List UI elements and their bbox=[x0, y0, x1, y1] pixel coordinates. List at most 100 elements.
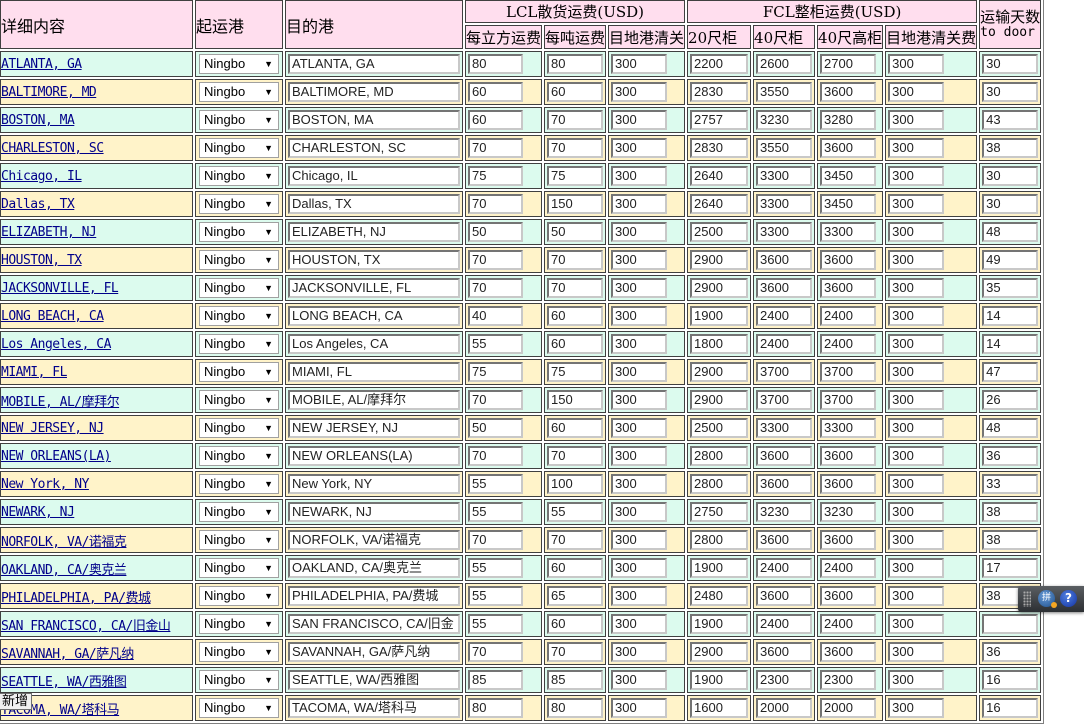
lcl-per-cbm-input[interactable]: 70 bbox=[468, 642, 523, 662]
detail-link[interactable]: SAN FRANCISCO, CA/旧金山 bbox=[1, 619, 171, 634]
fcl-40hq-input[interactable]: 3600 bbox=[820, 474, 877, 494]
fcl-40hq-input[interactable]: 3600 bbox=[820, 250, 877, 270]
detail-link[interactable]: LONG BEACH, CA bbox=[1, 309, 104, 324]
transit-days-input[interactable]: 38 bbox=[982, 530, 1039, 550]
fcl-customs-input[interactable]: 300 bbox=[888, 82, 945, 102]
detail-link[interactable]: HOUSTON, TX bbox=[1, 253, 82, 268]
fcl-customs-input[interactable]: 300 bbox=[888, 558, 945, 578]
lcl-customs-input[interactable]: 300 bbox=[611, 474, 668, 494]
fcl-40ft-input[interactable]: 3600 bbox=[756, 642, 813, 662]
lcl-per-ton-input[interactable]: 80 bbox=[547, 698, 604, 718]
lcl-per-cbm-input[interactable]: 70 bbox=[468, 194, 523, 214]
lcl-per-cbm-input[interactable]: 50 bbox=[468, 418, 523, 438]
destination-port-input[interactable]: BOSTON, MA bbox=[288, 110, 460, 130]
fcl-40ft-input[interactable]: 2400 bbox=[756, 306, 813, 326]
lcl-customs-input[interactable]: 300 bbox=[611, 54, 668, 74]
fcl-40ft-input[interactable]: 3600 bbox=[756, 530, 813, 550]
fcl-40ft-input[interactable]: 3600 bbox=[756, 446, 813, 466]
fcl-20ft-input[interactable]: 1600 bbox=[690, 698, 749, 718]
transit-days-input[interactable]: 38 bbox=[982, 502, 1039, 522]
origin-port-select[interactable]: Ningbo ▼ bbox=[199, 54, 279, 74]
destination-port-input[interactable]: Los Angeles, CA bbox=[288, 334, 460, 354]
fcl-customs-input[interactable]: 300 bbox=[888, 222, 945, 242]
fcl-40ft-input[interactable]: 3300 bbox=[756, 222, 813, 242]
fcl-customs-input[interactable]: 300 bbox=[888, 334, 945, 354]
fcl-40hq-input[interactable]: 3600 bbox=[820, 446, 877, 466]
fcl-40ft-input[interactable]: 3300 bbox=[756, 418, 813, 438]
fcl-40ft-input[interactable]: 3600 bbox=[756, 250, 813, 270]
lcl-per-cbm-input[interactable]: 75 bbox=[468, 166, 523, 186]
detail-link[interactable]: SEATTLE, WA/西雅图 bbox=[1, 675, 127, 690]
transit-days-input[interactable]: 38 bbox=[982, 138, 1039, 158]
fcl-customs-input[interactable]: 300 bbox=[888, 390, 945, 410]
fcl-20ft-input[interactable]: 2900 bbox=[690, 642, 749, 662]
detail-link[interactable]: NEW ORLEANS(LA) bbox=[1, 449, 111, 464]
lcl-per-ton-input[interactable]: 55 bbox=[547, 502, 604, 522]
detail-link[interactable]: CHARLESTON, SC bbox=[1, 141, 104, 156]
detail-link[interactable]: ELIZABETH, NJ bbox=[1, 225, 97, 240]
origin-port-select[interactable]: Ningbo ▼ bbox=[199, 642, 279, 662]
fcl-40ft-input[interactable]: 3600 bbox=[756, 474, 813, 494]
origin-port-select[interactable]: Ningbo ▼ bbox=[199, 614, 279, 634]
transit-days-input[interactable]: 14 bbox=[982, 334, 1039, 354]
destination-port-input[interactable]: Dallas, TX bbox=[288, 194, 460, 214]
fcl-20ft-input[interactable]: 1800 bbox=[690, 334, 749, 354]
fcl-20ft-input[interactable]: 2900 bbox=[690, 362, 749, 382]
origin-port-select[interactable]: Ningbo ▼ bbox=[199, 138, 279, 158]
lcl-per-ton-input[interactable]: 60 bbox=[547, 334, 604, 354]
lcl-per-ton-input[interactable]: 70 bbox=[547, 110, 604, 130]
add-button[interactable]: 新增 bbox=[0, 693, 33, 710]
lcl-per-ton-input[interactable]: 80 bbox=[547, 54, 604, 74]
fcl-40hq-input[interactable]: 2300 bbox=[820, 670, 877, 690]
fcl-40hq-input[interactable]: 3280 bbox=[820, 110, 877, 130]
lcl-customs-input[interactable]: 300 bbox=[611, 586, 668, 606]
lcl-customs-input[interactable]: 300 bbox=[611, 110, 668, 130]
transit-days-input[interactable]: 36 bbox=[982, 642, 1039, 662]
fcl-40hq-input[interactable]: 2400 bbox=[820, 306, 877, 326]
fcl-20ft-input[interactable]: 2830 bbox=[690, 82, 749, 102]
fcl-40ft-input[interactable]: 3600 bbox=[756, 586, 813, 606]
origin-port-select[interactable]: Ningbo ▼ bbox=[199, 250, 279, 270]
origin-port-select[interactable]: Ningbo ▼ bbox=[199, 390, 279, 410]
lcl-customs-input[interactable]: 300 bbox=[611, 222, 668, 242]
fcl-20ft-input[interactable]: 2800 bbox=[690, 474, 749, 494]
lcl-customs-input[interactable]: 300 bbox=[611, 446, 668, 466]
destination-port-input[interactable]: ATLANTA, GA bbox=[288, 54, 460, 74]
transit-days-input[interactable] bbox=[982, 614, 1039, 634]
detail-link[interactable]: ATLANTA, GA bbox=[1, 57, 82, 72]
destination-port-input[interactable]: TACOMA, WA/塔科马 bbox=[288, 698, 460, 718]
fcl-20ft-input[interactable]: 2757 bbox=[690, 110, 749, 130]
lcl-per-cbm-input[interactable]: 70 bbox=[468, 390, 523, 410]
origin-port-select[interactable]: Ningbo ▼ bbox=[199, 670, 279, 690]
lcl-per-ton-input[interactable]: 100 bbox=[547, 474, 604, 494]
detail-link[interactable]: BALTIMORE, MD bbox=[1, 85, 97, 100]
lcl-per-cbm-input[interactable]: 60 bbox=[468, 82, 523, 102]
fcl-20ft-input[interactable]: 2800 bbox=[690, 530, 749, 550]
fcl-40ft-input[interactable]: 2400 bbox=[756, 334, 813, 354]
fcl-20ft-input[interactable]: 2750 bbox=[690, 502, 749, 522]
lcl-customs-input[interactable]: 300 bbox=[611, 698, 668, 718]
fcl-20ft-input[interactable]: 2200 bbox=[690, 54, 749, 74]
lcl-per-cbm-input[interactable]: 40 bbox=[468, 306, 523, 326]
fcl-40ft-input[interactable]: 3300 bbox=[756, 194, 813, 214]
fcl-20ft-input[interactable]: 2640 bbox=[690, 194, 749, 214]
transit-days-input[interactable]: 33 bbox=[982, 474, 1039, 494]
lcl-per-cbm-input[interactable]: 55 bbox=[468, 614, 523, 634]
fcl-customs-input[interactable]: 300 bbox=[888, 306, 945, 326]
fcl-40hq-input[interactable]: 2400 bbox=[820, 614, 877, 634]
fcl-customs-input[interactable]: 300 bbox=[888, 278, 945, 298]
lcl-per-cbm-input[interactable]: 55 bbox=[468, 558, 523, 578]
fcl-40ft-input[interactable]: 2400 bbox=[756, 558, 813, 578]
transit-days-input[interactable]: 35 bbox=[982, 278, 1039, 298]
lcl-customs-input[interactable]: 300 bbox=[611, 530, 668, 550]
destination-port-input[interactable]: SEATTLE, WA/西雅图 bbox=[288, 670, 460, 690]
lcl-customs-input[interactable]: 300 bbox=[611, 166, 668, 186]
lcl-customs-input[interactable]: 300 bbox=[611, 306, 668, 326]
fcl-40ft-input[interactable]: 3550 bbox=[756, 82, 813, 102]
fcl-20ft-input[interactable]: 2480 bbox=[690, 586, 749, 606]
lcl-customs-input[interactable]: 300 bbox=[611, 278, 668, 298]
fcl-customs-input[interactable]: 300 bbox=[888, 530, 945, 550]
destination-port-input[interactable]: MOBILE, AL/摩拜尔 bbox=[288, 390, 460, 410]
lcl-per-ton-input[interactable]: 75 bbox=[547, 362, 604, 382]
detail-link[interactable]: MOBILE, AL/摩拜尔 bbox=[1, 395, 120, 410]
